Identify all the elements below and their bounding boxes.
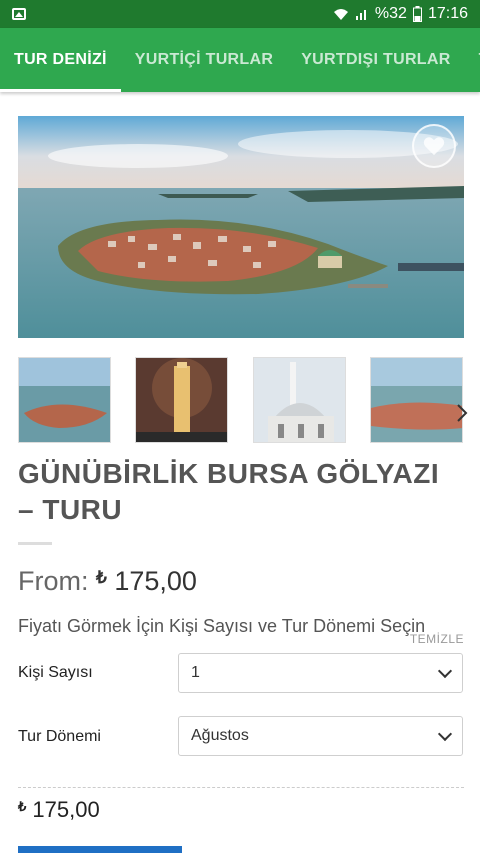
- currency-symbol: ₺: [96, 568, 107, 587]
- tab-yurtici-turlar[interactable]: YURTİÇİ TURLAR: [121, 28, 287, 92]
- persons-selected-value: 1: [191, 664, 200, 681]
- period-label: Tur Dönemi: [18, 728, 101, 745]
- add-to-cart-button[interactable]: [18, 846, 182, 853]
- wifi-icon: [333, 9, 348, 20]
- price-divider: [18, 787, 464, 788]
- tab-yurtdisi-turlar[interactable]: YURTDIŞI TURLAR: [287, 28, 464, 92]
- thumbnail-2[interactable]: [135, 357, 228, 443]
- chevron-right-icon: [457, 404, 468, 422]
- from-label: From:: [18, 566, 89, 596]
- lake-island-photo: [18, 116, 464, 338]
- price-value: 175,00: [114, 566, 197, 596]
- clear-selection-link[interactable]: TEMİZLE: [410, 632, 464, 646]
- tab-tum-turlar[interactable]: TÜM T: [465, 28, 480, 92]
- period-selected-value: Ağustos: [191, 727, 249, 744]
- clock: 17:16: [427, 5, 468, 22]
- thumbnail-next-button[interactable]: [456, 403, 468, 429]
- battery-icon: [412, 6, 422, 22]
- persons-label: Kişi Sayısı: [18, 664, 93, 681]
- thumbnail-4[interactable]: [370, 357, 463, 443]
- category-tabs: TUR DENİZİ YURTİÇİ TURLAR YURTDIŞI TURLA…: [0, 28, 480, 92]
- favorite-button[interactable]: [412, 124, 456, 168]
- price-hint: Fiyatı Görmek İçin Kişi Sayısı ve Tur Dö…: [18, 616, 426, 636]
- status-left: [12, 8, 26, 20]
- status-bar: %32 17:16: [0, 0, 480, 28]
- title-divider: [18, 542, 52, 545]
- selected-total-price: ₺ 175,00: [18, 797, 100, 823]
- product-title: GÜNÜBİRLİK BURSA GÖLYAZI – TURU: [18, 458, 440, 525]
- signal-icon: [355, 10, 366, 20]
- thumbnail-lake-village-image: [371, 358, 462, 442]
- thumbnail-1[interactable]: [18, 357, 111, 443]
- persons-select[interactable]: 1: [178, 653, 463, 693]
- battery-percent: %32: [374, 5, 407, 22]
- product-main-image[interactable]: [18, 116, 464, 338]
- period-select[interactable]: Ağustos: [178, 716, 463, 756]
- total-price-value: 175,00: [32, 797, 100, 822]
- thumbnail-lake-image: [19, 358, 110, 442]
- heart-icon: [423, 137, 445, 156]
- status-right: %32 17:16: [333, 5, 468, 23]
- thumbnail-clock-tower-image: [136, 358, 227, 442]
- image-thumbnails: [18, 357, 480, 445]
- tab-tur-denizi[interactable]: TUR DENİZİ: [0, 28, 121, 92]
- total-currency-symbol: ₺: [18, 799, 27, 814]
- thumbnail-mosque-image: [254, 358, 345, 442]
- price-from: From: ₺ 175,00: [18, 566, 197, 597]
- chevron-down-icon: [437, 663, 453, 678]
- thumbnail-3[interactable]: [253, 357, 346, 443]
- chevron-down-icon: [437, 726, 453, 741]
- image-notification-icon: [12, 8, 26, 20]
